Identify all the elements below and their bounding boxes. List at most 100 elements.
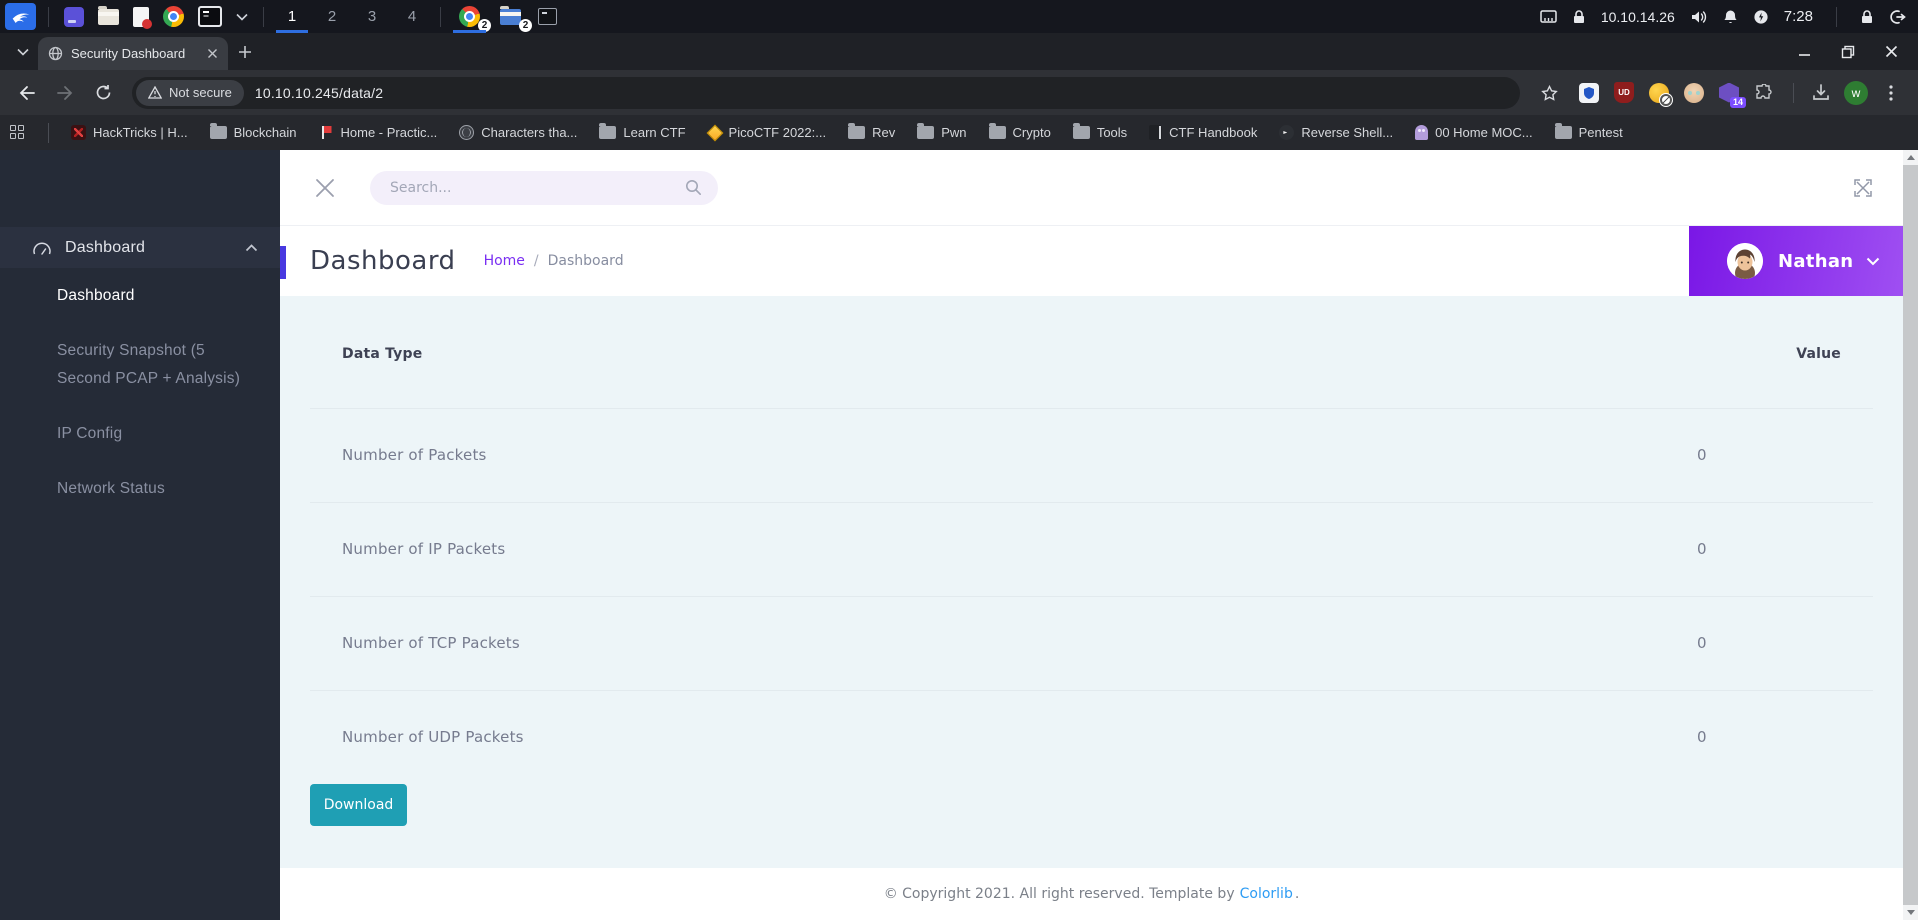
address-bar[interactable]: Not secure 10.10.10.245/data/2 <box>132 76 1520 109</box>
bookmark-crypto[interactable]: Crypto <box>988 123 1051 140</box>
bookmark-hacktricks[interactable]: HackTricks | H... <box>71 125 188 140</box>
window-manager-icon <box>64 6 84 27</box>
text-editor-launcher[interactable] <box>126 0 156 33</box>
ghost-favicon <box>1415 125 1429 140</box>
scrollbar-thumb[interactable] <box>1903 165 1918 905</box>
app-main: Dashboard Home / Dashboard Nathan <box>280 150 1903 920</box>
bookmark-star-icon[interactable] <box>1534 84 1564 101</box>
files-window-button[interactable]: 2 <box>490 0 532 33</box>
extension-hexagon-icon[interactable]: 14 <box>1718 82 1746 108</box>
download-button[interactable]: Download <box>310 784 407 826</box>
workspace-1[interactable]: 1 <box>272 0 312 33</box>
bookmark-learn-ctf[interactable]: Learn CTF <box>599 123 686 140</box>
notifications-bell-icon[interactable] <box>1723 9 1738 25</box>
data-table: Data Type Value Number of Packets 0 Numb… <box>310 320 1873 784</box>
bookmarks-separator <box>48 122 49 143</box>
back-button[interactable] <box>12 85 42 101</box>
extensions-area: UD 14 <box>1572 82 1781 108</box>
sidebar-group-dashboard[interactable]: Dashboard <box>0 227 280 268</box>
bookmark-home-practice[interactable]: Home - Practic... <box>319 125 437 140</box>
logout-icon[interactable] <box>1889 9 1906 25</box>
chrome-icon <box>163 6 184 27</box>
bookmark-pwn[interactable]: Pwn <box>917 123 967 140</box>
lock-screen-icon[interactable] <box>1860 9 1874 25</box>
chevron-down-icon <box>236 13 248 21</box>
extension-wappalyzer-icon[interactable] <box>1683 82 1705 104</box>
reload-button[interactable] <box>88 84 118 101</box>
colorlib-link[interactable]: Colorlib <box>1240 886 1293 902</box>
extension-passbolt-icon[interactable] <box>1578 82 1600 104</box>
profile-avatar[interactable]: w <box>1844 80 1868 105</box>
terminal-launcher[interactable] <box>191 0 229 33</box>
search-icon[interactable] <box>685 179 702 196</box>
extension-foxyproxy-icon[interactable] <box>1648 82 1673 107</box>
bookmark-ctf-handbook[interactable]: CTF Handbook <box>1149 125 1257 140</box>
folder-icon <box>98 5 119 25</box>
vpn-lock-icon[interactable] <box>1572 9 1586 25</box>
search-box <box>370 170 718 205</box>
sidebar-item-security-snapshot[interactable]: Security Snapshot (5 Second PCAP + Analy… <box>57 337 257 393</box>
picoctf-favicon <box>706 124 724 141</box>
bookmark-home-moc[interactable]: 00 Home MOC... <box>1415 125 1533 140</box>
breadcrumb-home-link[interactable]: Home <box>484 253 525 269</box>
window-restore-button[interactable] <box>1841 45 1855 59</box>
ethernet-icon[interactable] <box>1540 9 1557 24</box>
workspace-3[interactable]: 3 <box>352 0 392 33</box>
window-manager-launcher[interactable] <box>57 0 91 33</box>
chevron-up-icon <box>245 243 258 252</box>
power-manager-icon[interactable] <box>1753 9 1769 25</box>
terminal-window-button[interactable] <box>531 0 564 33</box>
bookmark-tools[interactable]: Tools <box>1072 123 1127 140</box>
taskbar-separator <box>1836 6 1837 27</box>
bookmark-characters[interactable]: Characters tha... <box>459 125 577 140</box>
user-menu[interactable]: Nathan <box>1689 226 1903 296</box>
scrollbar-up-arrow[interactable] <box>1903 150 1918 165</box>
blue-folder-icon <box>500 5 521 25</box>
sidebar-item-dashboard[interactable]: Dashboard <box>57 282 257 310</box>
new-tab-button[interactable] <box>228 33 262 70</box>
fullscreen-expand-icon[interactable] <box>1851 176 1875 200</box>
bookmark-blockchain[interactable]: Blockchain <box>209 123 297 140</box>
copyright-text: © Copyright 2021. All right reserved. Te… <box>883 886 1235 902</box>
footer-period: . <box>1294 886 1300 902</box>
browser-scrollbar[interactable] <box>1903 150 1918 920</box>
launcher-dropdown[interactable] <box>229 0 255 33</box>
workspace-2[interactable]: 2 <box>312 0 352 33</box>
sidebar-close-icon[interactable] <box>314 177 336 199</box>
browser-tab-active[interactable]: Security Dashboard <box>38 37 228 70</box>
chrome-launcher[interactable] <box>156 0 191 33</box>
folder-icon <box>209 123 227 139</box>
bookmark-reverse-shell[interactable]: Reverse Shell... <box>1279 125 1393 140</box>
scrollbar-down-arrow[interactable] <box>1903 905 1918 920</box>
chrome-window-button[interactable]: 2 <box>449 0 491 33</box>
sidebar-item-network-status[interactable]: Network Status <box>57 475 257 503</box>
downloads-icon[interactable] <box>1806 84 1836 101</box>
forward-button[interactable] <box>50 85 80 101</box>
volume-icon[interactable] <box>1690 9 1708 25</box>
taskbar-separator <box>48 6 49 27</box>
search-input[interactable] <box>388 178 685 197</box>
extension-ublock-icon[interactable]: UD <box>1613 82 1635 104</box>
clock[interactable]: 7:28 <box>1784 8 1813 25</box>
apps-grid-icon[interactable] <box>10 124 26 141</box>
tab-search-button[interactable] <box>8 33 38 70</box>
bookmark-rev[interactable]: Rev <box>848 123 895 140</box>
file-manager-launcher[interactable] <box>91 0 126 33</box>
workspace-label: 4 <box>407 8 417 25</box>
bookmark-picoctf[interactable]: PicoCTF 2022:... <box>706 124 826 141</box>
security-chip[interactable]: Not secure <box>136 79 244 106</box>
extensions-puzzle-icon[interactable] <box>1753 82 1775 104</box>
browser-menu-kebab-icon[interactable] <box>1876 84 1906 101</box>
kali-menu-button[interactable] <box>5 3 36 30</box>
sidebar-item-ip-config[interactable]: IP Config <box>57 420 257 448</box>
bookmark-pentest[interactable]: Pentest <box>1554 123 1623 140</box>
workspace-4[interactable]: 4 <box>392 0 432 33</box>
page-content: Data Type Value Number of Packets 0 Numb… <box>280 296 1903 868</box>
tab-close-icon[interactable] <box>207 48 218 59</box>
column-header-value: Value <box>1796 346 1841 362</box>
window-close-button[interactable] <box>1885 45 1898 58</box>
workspace-label: 2 <box>327 8 337 25</box>
hacktricks-favicon <box>71 125 86 140</box>
window-minimize-button[interactable] <box>1798 45 1811 58</box>
sidebar-group-label: Dashboard <box>65 238 146 256</box>
